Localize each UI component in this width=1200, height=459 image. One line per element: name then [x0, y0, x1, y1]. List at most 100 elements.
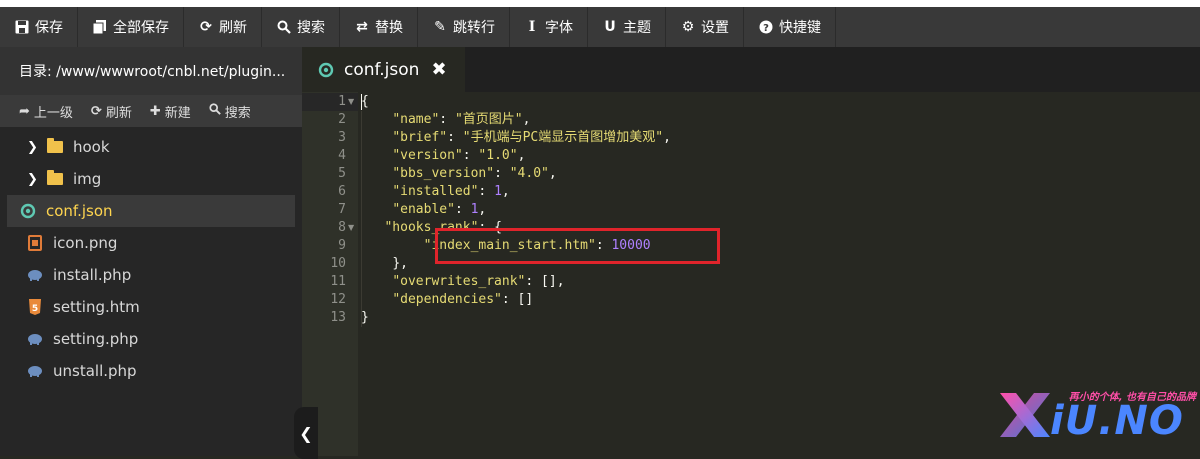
sidebar-toolbar: ➦ 上一级 ⟳ 刷新 ✚ 新建 搜索	[0, 95, 302, 127]
tree-item-label: install.php	[53, 266, 132, 284]
gear-icon: ⚙	[681, 19, 695, 35]
line-number: 7	[338, 202, 346, 217]
svg-text:?: ?	[763, 23, 769, 34]
theme-label: 主题	[623, 20, 651, 36]
watermark-x-logo-icon	[1000, 393, 1050, 437]
sidebar-refresh-label: 刷新	[105, 105, 132, 121]
fold-arrow-icon[interactable]: ▼	[348, 93, 356, 111]
tab-conf-json[interactable]: conf.json ✖	[302, 47, 465, 92]
sidebar-search-button[interactable]: 搜索	[201, 102, 261, 121]
goto-line-button[interactable]: ✎ 跳转行	[418, 7, 510, 47]
search-label: 搜索	[297, 20, 325, 36]
code-line[interactable]: {	[361, 93, 369, 111]
replace-label: 替换	[375, 20, 403, 36]
shortcuts-button[interactable]: ? 快捷键	[744, 7, 836, 47]
settings-label: 设置	[701, 20, 729, 36]
annotation-highlight-box	[435, 228, 720, 264]
save-label: 保存	[35, 20, 63, 36]
line-number: 4	[338, 148, 346, 163]
line-number: 12	[330, 292, 346, 307]
editor-tabbar: conf.json ✖	[302, 47, 1200, 92]
code-line[interactable]: "brief": "手机端与PC端显示首图增加美观",	[361, 129, 671, 147]
refresh-icon: ⟳	[200, 19, 212, 35]
line-number: 11	[330, 274, 346, 289]
code-line[interactable]: "bbs_version": "4.0",	[361, 165, 556, 183]
tree-file-conf-json[interactable]: conf.json	[7, 195, 295, 227]
code-line[interactable]: "overwrites_rank": [],	[361, 273, 564, 291]
code-line[interactable]: "installed": 1,	[361, 183, 509, 201]
editor-toolbar: 保存 全部保存 ⟳ 刷新 搜索 ⇄ 替换 ✎ 跳转行 I 字体 U 主题 ⚙ 设…	[0, 7, 1200, 47]
tab-label: conf.json	[344, 59, 420, 80]
tree-file-unstall-php[interactable]: unstall.php	[7, 355, 295, 387]
line-number: 8	[338, 220, 346, 235]
parent-dir-label: 上一级	[33, 105, 73, 121]
close-icon[interactable]: ✖	[431, 59, 446, 80]
search-icon	[209, 103, 221, 119]
line-number: 5	[338, 166, 346, 181]
window-top-strip	[0, 0, 1200, 7]
directory-path: 目录: /www/wwwroot/cnbl.net/plugin...	[0, 47, 302, 95]
code-line[interactable]: "name": "首页图片",	[361, 111, 530, 129]
save-all-icon	[92, 19, 108, 35]
code-line[interactable]: "enable": 1,	[361, 201, 486, 219]
sidebar-refresh-button[interactable]: ⟳ 刷新	[83, 102, 142, 121]
tree-file-setting-php[interactable]: setting.php	[7, 323, 295, 355]
fold-arrow-icon[interactable]: ▼	[348, 219, 356, 237]
new-file-button[interactable]: ✚ 新建	[142, 102, 201, 121]
shortcuts-label: 快捷键	[779, 20, 821, 36]
image-file-icon	[27, 235, 43, 251]
folder-icon	[47, 170, 63, 185]
font-label: 字体	[545, 20, 573, 36]
tree-item-label: icon.png	[53, 234, 118, 252]
save-button[interactable]: 保存	[0, 7, 78, 47]
line-number: 2	[338, 112, 346, 127]
sidebar-search-label: 搜索	[224, 105, 251, 121]
up-arrow-icon: ➦	[19, 103, 30, 119]
text-cursor	[361, 94, 362, 110]
help-icon: ?	[758, 19, 774, 35]
php-elephant-icon	[27, 331, 43, 347]
tree-item-label: unstall.php	[53, 362, 137, 380]
refresh-button[interactable]: ⟳ 刷新	[184, 7, 262, 47]
code-line[interactable]: "version": "1.0",	[361, 147, 525, 165]
html5-icon: 5	[27, 299, 43, 315]
file-sidebar: 目录: /www/wwwroot/cnbl.net/plugin... ➦ 上一…	[0, 47, 302, 456]
tree-item-label: conf.json	[46, 202, 113, 220]
tree-item-label: hook	[73, 138, 110, 156]
settings-button[interactable]: ⚙ 设置	[666, 7, 744, 47]
php-elephant-icon	[27, 267, 43, 283]
goto-line-icon: ✎	[434, 19, 446, 35]
svg-text:5: 5	[32, 304, 38, 314]
tree-file-install-php[interactable]: install.php	[7, 259, 295, 291]
search-icon	[276, 19, 292, 35]
tree-folder-img[interactable]: ❯ img	[7, 163, 295, 195]
line-number: 3	[338, 130, 346, 145]
search-button[interactable]: 搜索	[262, 7, 340, 47]
line-number: 6	[338, 184, 346, 199]
plus-icon: ✚	[149, 103, 161, 119]
json-file-icon	[20, 203, 36, 219]
tree-item-label: setting.htm	[53, 298, 140, 316]
line-number: 1	[338, 94, 346, 109]
code-line[interactable]: }	[361, 309, 369, 327]
font-button[interactable]: I 字体	[510, 7, 588, 47]
theme-button[interactable]: U 主题	[588, 7, 666, 47]
chevron-right-icon[interactable]: ❯	[27, 172, 41, 187]
code-line[interactable]: },	[361, 255, 408, 273]
replace-button[interactable]: ⇄ 替换	[340, 7, 418, 47]
collapse-sidebar-button[interactable]: ❮	[294, 407, 318, 459]
new-file-label: 新建	[164, 105, 191, 121]
save-all-button[interactable]: 全部保存	[78, 7, 184, 47]
theme-icon: U	[604, 19, 616, 35]
chevron-right-icon[interactable]: ❯	[27, 140, 41, 155]
goto-line-label: 跳转行	[453, 20, 495, 36]
refresh-label: 刷新	[219, 20, 247, 36]
chevron-left-icon: ❮	[299, 423, 313, 443]
line-number: 9	[338, 238, 346, 253]
parent-dir-button[interactable]: ➦ 上一级	[0, 102, 83, 121]
tree-file-setting-htm[interactable]: 5 setting.htm	[7, 291, 295, 323]
tree-item-label: setting.php	[53, 330, 139, 348]
tree-file-icon-png[interactable]: icon.png	[7, 227, 295, 259]
code-line[interactable]: "dependencies": []	[361, 291, 533, 309]
tree-folder-hook[interactable]: ❯ hook	[7, 131, 295, 163]
